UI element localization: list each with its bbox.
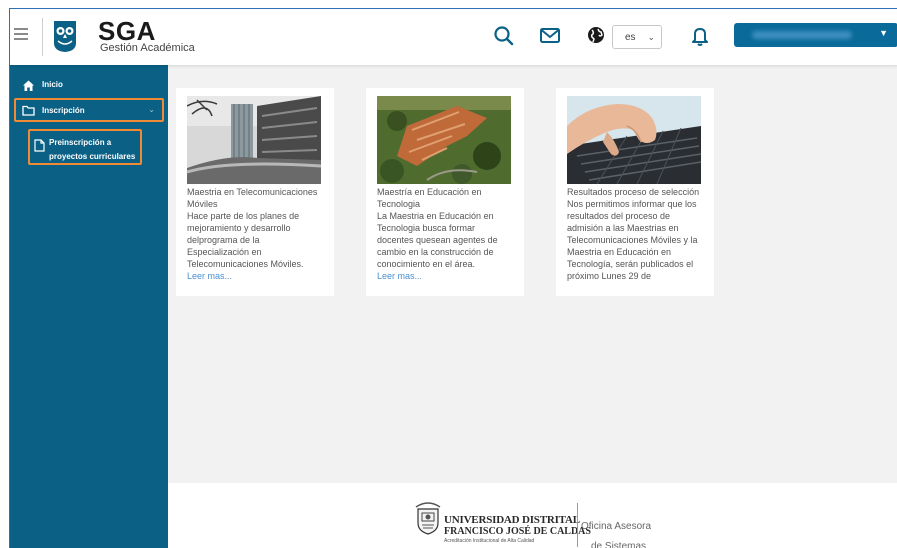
folder-icon [22, 105, 35, 116]
header-divider [42, 18, 43, 56]
app-window: SGA Gestión Académica es ⌄ ▼ Inicio Insc… [9, 8, 897, 548]
card-body: Maestria en Telecomunicaciones Móviles H… [187, 186, 323, 282]
footer-accreditation: Acreditación Institucional de Alta Calid… [444, 538, 535, 544]
footer: UNIVERSIDAD DISTRITAL FRANCISCO JOSÉ DE … [168, 483, 897, 548]
brand-subtitle: Gestión Académica [100, 42, 195, 54]
read-more-link[interactable]: Leer mas... [187, 270, 323, 282]
footer-office: Oficina Asesora de Sistemas [581, 517, 651, 548]
sidebar-subitem-label: Preinscripción a proyectos curriculares [49, 138, 136, 161]
news-card: Resultados proceso de selección Nos perm… [556, 88, 714, 296]
language-select[interactable]: es ⌄ [612, 25, 662, 49]
card-text: La Maestria en Educación en Tecnologia b… [377, 211, 498, 269]
sidebar-item-label: Inscripción [42, 106, 85, 115]
card-body: Maestría en Educación en Tecnologia La M… [377, 186, 513, 282]
footer-university-name: UNIVERSIDAD DISTRITAL [444, 514, 580, 526]
document-icon [34, 139, 45, 152]
owl-logo-icon [54, 21, 76, 52]
building-photo [187, 96, 321, 184]
sidebar-item-inscripcion[interactable]: Inscripción ⌄ [14, 98, 164, 122]
sidebar-subitem-preinscripcion[interactable]: Preinscripción a proyectos curriculares [28, 129, 142, 165]
user-name-redacted [752, 31, 852, 39]
read-more-link[interactable]: Leer mas... [377, 270, 513, 282]
news-card: Maestría en Educación en Tecnologia La M… [366, 88, 524, 296]
chevron-down-icon: ⌄ [647, 32, 655, 42]
card-title: Resultados proceso de selección [567, 187, 700, 197]
chevron-down-icon: ▼ [879, 28, 888, 38]
card-body: Resultados proceso de selección Nos perm… [567, 186, 703, 282]
language-value: es [625, 32, 636, 43]
mail-icon[interactable] [538, 24, 562, 48]
card-title: Maestria en Telecomunicaciones Móviles [187, 187, 318, 209]
news-card: Maestria en Telecomunicaciones Móviles H… [176, 88, 334, 296]
footer-office-line2: de Sistemas [591, 541, 647, 548]
chevron-down-icon: ⌄ [148, 105, 155, 114]
search-icon[interactable] [492, 24, 516, 48]
home-icon [23, 80, 34, 91]
user-menu-button[interactable]: ▼ [734, 23, 897, 47]
keyboard-photo [567, 96, 701, 184]
sidebar: Inicio Inscripción ⌄ Preinscripción a pr… [10, 65, 168, 548]
menu-icon[interactable] [14, 28, 28, 40]
card-text: Hace parte de los planes de mejoramiento… [187, 211, 304, 269]
globe-icon[interactable] [584, 23, 608, 47]
sidebar-item-label: Inicio [42, 80, 63, 89]
sidebar-item-inicio[interactable]: Inicio [14, 73, 164, 97]
main-content: Maestria en Telecomunicaciones Móviles H… [168, 65, 897, 483]
university-seal-icon [415, 502, 441, 535]
footer-university-name-2: FRANCISCO JOSÉ DE CALDAS [444, 526, 591, 537]
card-text: Nos permitimos informar que los resultad… [567, 199, 698, 281]
card-title: Maestría en Educación en Tecnologia [377, 187, 482, 209]
footer-office-line1: Oficina Asesora [581, 521, 652, 532]
footer-divider [577, 503, 578, 547]
bell-icon[interactable] [688, 24, 712, 48]
top-header: SGA Gestión Académica es ⌄ ▼ [10, 9, 897, 65]
campus-photo [377, 96, 511, 184]
